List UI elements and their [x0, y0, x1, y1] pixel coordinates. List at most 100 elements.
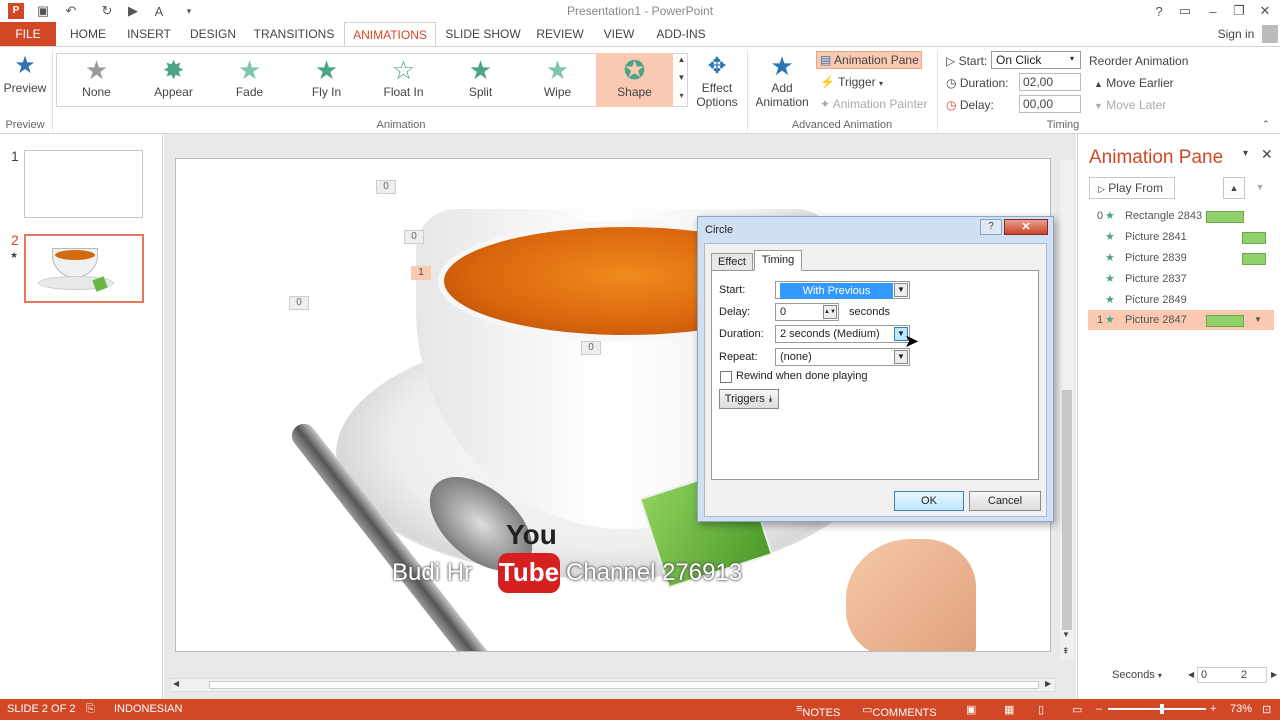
slide-thumbnail-1[interactable]	[24, 150, 143, 218]
vertical-scrollbar[interactable]: ▼ ⇞	[1060, 160, 1074, 660]
trigger-button[interactable]: ⚡ Trigger ▾	[820, 75, 883, 89]
gallery-scroll-up-icon[interactable]: ▲	[676, 55, 687, 71]
tab-animations[interactable]: ANIMATIONS	[344, 22, 436, 46]
zoom-level[interactable]: 73%	[1230, 703, 1252, 715]
animation-wipe[interactable]: ★ Wipe	[519, 53, 596, 107]
repeat-combo[interactable]: (none) ▼	[775, 348, 910, 366]
duration-input[interactable]: 02,00	[1019, 73, 1081, 91]
pane-options-icon[interactable]: ▾	[1243, 148, 1248, 159]
close-icon[interactable]: ✕	[1256, 2, 1274, 20]
restore-icon[interactable]: ❐	[1230, 2, 1248, 20]
preview-button[interactable]: ★ Preview	[2, 51, 48, 107]
cancel-button[interactable]: Cancel	[969, 491, 1041, 511]
animation-item[interactable]: ★ Picture 2837	[1088, 269, 1274, 289]
scroll-right-icon[interactable]: ▶	[1045, 679, 1051, 688]
tab-effect[interactable]: Effect	[711, 253, 753, 270]
prev-slide-icon[interactable]: ⇞	[1062, 646, 1070, 657]
tab-slide-show[interactable]: SLIDE SHOW	[444, 22, 522, 46]
help-button[interactable]: ?	[980, 219, 1002, 235]
animation-painter-button[interactable]: ✦ Animation Painter	[820, 97, 927, 111]
tab-insert[interactable]: INSERT	[122, 22, 176, 46]
comments-button[interactable]: ▭ COMMENTS	[862, 703, 937, 719]
scroll-thumb[interactable]	[1062, 390, 1072, 630]
animation-shape[interactable]: ✪ Shape	[596, 53, 673, 107]
chevron-down-icon[interactable]: ▼	[1254, 310, 1262, 330]
zoom-in-icon[interactable]: +	[1210, 703, 1216, 715]
spinner-icon[interactable]: ▲▼	[823, 305, 837, 319]
animation-none[interactable]: ★ None	[58, 53, 135, 107]
gallery-scroll-down-icon[interactable]: ▼	[676, 73, 687, 89]
timeline-bar[interactable]	[1242, 232, 1266, 244]
tab-add-ins[interactable]: ADD-INS	[650, 22, 712, 46]
delay-input[interactable]: 00,00	[1019, 95, 1081, 113]
account-icon[interactable]	[1262, 25, 1278, 43]
tab-view[interactable]: VIEW	[598, 22, 640, 46]
delay-spinner[interactable]: 0 ▲▼	[775, 303, 839, 321]
timeline-bar[interactable]	[1242, 253, 1266, 265]
tab-transitions[interactable]: TRANSITIONS	[250, 22, 338, 46]
seconds-dropdown[interactable]: Seconds ▾	[1112, 669, 1162, 681]
tab-file[interactable]: FILE	[0, 22, 56, 46]
scale-left-icon[interactable]: ◀	[1188, 670, 1194, 679]
tab-review[interactable]: REVIEW	[532, 22, 588, 46]
help-icon[interactable]: ?	[1150, 2, 1168, 20]
animation-float-in[interactable]: ☆ Float In	[365, 53, 442, 107]
scroll-left-icon[interactable]: ◀	[173, 679, 179, 688]
scale-right-icon[interactable]: ▶	[1271, 670, 1277, 679]
spell-check-icon[interactable]: ⎘	[86, 703, 95, 716]
collapse-ribbon-icon[interactable]: ⌃	[1262, 119, 1270, 130]
tab-home[interactable]: HOME	[62, 22, 114, 46]
animation-pane-button[interactable]: ▤ Animation Pane	[816, 51, 922, 69]
fit-slide-icon[interactable]: ⊡	[1262, 703, 1271, 716]
animation-tag[interactable]: 0	[376, 180, 396, 194]
scroll-down-icon[interactable]: ▼	[1062, 630, 1070, 639]
rewind-label[interactable]: Rewind when done playing	[736, 370, 867, 382]
animation-tag-selected[interactable]: 1	[411, 266, 431, 280]
horizontal-scrollbar[interactable]: ◀ ▶	[170, 678, 1056, 692]
animation-item[interactable]: ★ Picture 2849	[1088, 290, 1274, 310]
animation-item-selected[interactable]: 1 ★ Picture 2847 ▼	[1088, 310, 1274, 330]
zoom-out-icon[interactable]: –	[1096, 703, 1102, 715]
reading-view-icon[interactable]: ▯	[1038, 703, 1044, 716]
zoom-slider[interactable]	[1108, 708, 1206, 710]
play-from-button[interactable]: ▷ Play From	[1089, 177, 1175, 199]
tab-design[interactable]: DESIGN	[184, 22, 242, 46]
animation-fly-in[interactable]: ★ Fly In	[288, 53, 365, 107]
start-combo[interactable]: With Previous ▼	[775, 281, 910, 299]
move-down-icon[interactable]: ▼	[1249, 177, 1271, 199]
triggers-button[interactable]: Triggers ⯯	[719, 389, 779, 409]
move-earlier-button[interactable]: ▲ Move Earlier	[1094, 76, 1174, 90]
animation-appear[interactable]: ✸ Appear	[135, 53, 212, 107]
notes-button[interactable]: ≡ NOTES	[796, 703, 840, 719]
normal-view-icon[interactable]: ▣	[966, 703, 976, 716]
start-dropdown[interactable]: On Click ▾	[991, 51, 1081, 69]
duration-combo[interactable]: 2 seconds (Medium) ▼	[775, 325, 910, 343]
animation-tag[interactable]: 0	[289, 296, 309, 310]
language-indicator[interactable]: INDONESIAN	[114, 703, 182, 715]
rewind-checkbox[interactable]	[720, 371, 732, 383]
animation-item[interactable]: ★ Picture 2839	[1088, 248, 1274, 268]
timeline-bar[interactable]	[1206, 315, 1244, 327]
minimize-icon[interactable]: –	[1204, 2, 1222, 20]
close-pane-icon[interactable]: ✕	[1261, 146, 1273, 163]
ok-button[interactable]: OK	[894, 491, 964, 511]
move-up-icon[interactable]: ▲	[1223, 177, 1245, 199]
slide-sorter-icon[interactable]: ▦	[1004, 703, 1014, 716]
animation-tag[interactable]: 0	[404, 230, 424, 244]
tab-timing[interactable]: Timing	[754, 250, 802, 271]
slide-show-icon[interactable]: ▭	[1072, 703, 1082, 716]
add-animation-button[interactable]: ★ Add Animation	[750, 51, 814, 115]
scroll-thumb[interactable]	[209, 681, 1039, 689]
animation-split[interactable]: ★ Split	[442, 53, 519, 107]
animation-item[interactable]: ★ Picture 2841	[1088, 227, 1274, 247]
animation-tag[interactable]: 0	[581, 341, 601, 355]
effect-options-button[interactable]: ✥ Effect Options	[692, 51, 742, 115]
close-button[interactable]: ✕	[1004, 219, 1048, 235]
sign-in-link[interactable]: Sign in	[1212, 22, 1260, 46]
animation-fade[interactable]: ★ Fade	[211, 53, 288, 107]
ribbon-display-icon[interactable]: ▭	[1176, 2, 1194, 20]
move-later-button[interactable]: ▼ Move Later	[1094, 98, 1166, 112]
slide-thumbnail-2[interactable]	[24, 234, 144, 303]
zoom-slider-thumb[interactable]	[1160, 704, 1164, 714]
animation-item[interactable]: 0 ★ Rectangle 2843	[1088, 206, 1274, 226]
